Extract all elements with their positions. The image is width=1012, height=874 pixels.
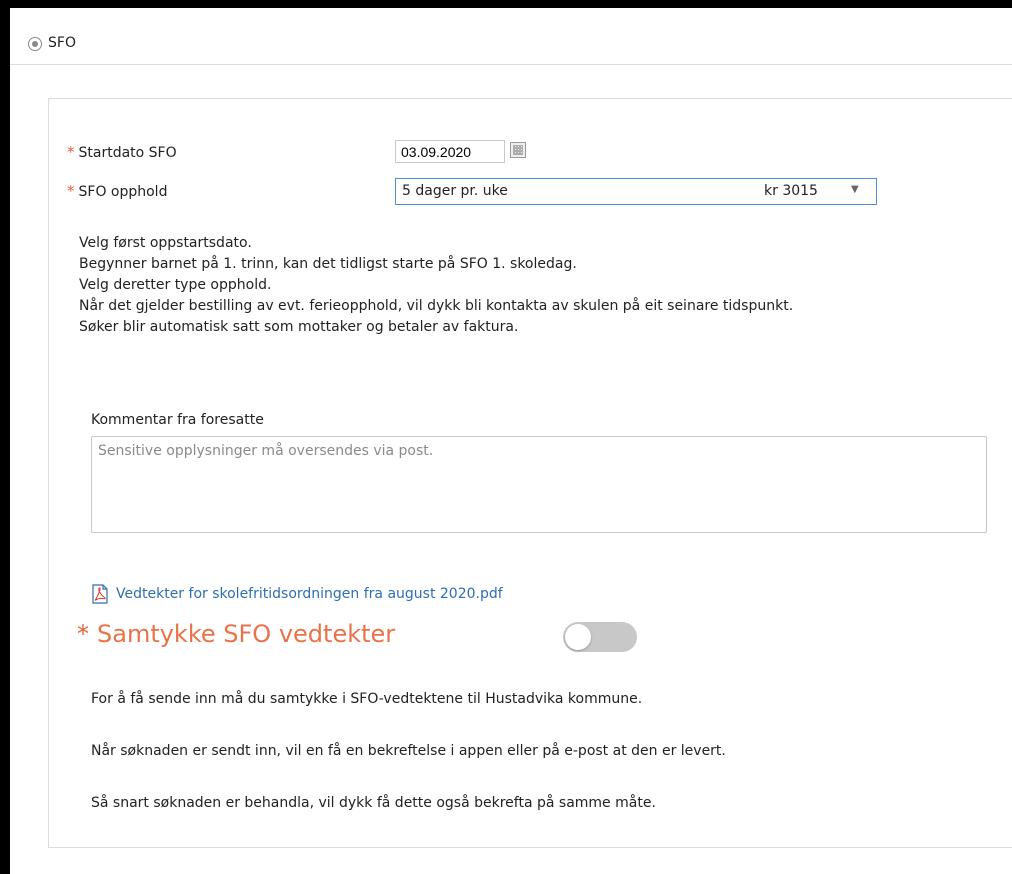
option-title: SFO: [48, 35, 76, 51]
instruction-line: Søker blir automatisk satt som mottaker …: [79, 319, 519, 335]
pdf-file-icon: [92, 584, 108, 604]
comment-textarea[interactable]: [91, 436, 987, 533]
comment-label: Kommentar fra foresatte: [91, 412, 264, 428]
required-mark: *: [67, 182, 75, 200]
stay-selected-value: 5 dager pr. uke: [402, 183, 508, 199]
stay-select[interactable]: 5 dager pr. uke kr 3015 ▼: [395, 178, 877, 205]
consent-toggle[interactable]: [563, 622, 637, 652]
toggle-knob: [565, 624, 591, 650]
instruction-line: Velg deretter type opphold.: [79, 277, 272, 293]
startdate-label-text: Startdato SFO: [78, 145, 177, 161]
radio-selected-icon[interactable]: [28, 37, 42, 51]
bylaws-pdf-link[interactable]: Vedtekter for skolefritidsordningen fra …: [91, 583, 503, 605]
info-text: For å få sende inn må du samtykke i SFO-…: [91, 691, 643, 707]
consent-heading: * Samtykke SFO vedtekter: [77, 620, 395, 648]
bylaws-pdf-link-text: Vedtekter for skolefritidsordningen fra …: [116, 586, 503, 602]
stay-label-text: SFO opphold: [78, 184, 168, 200]
required-mark: *: [77, 620, 89, 648]
option-header: SFO: [10, 8, 1012, 65]
instruction-line: Begynner barnet på 1. trinn, kan det tid…: [79, 256, 577, 272]
chevron-down-icon: ▼: [851, 184, 859, 195]
instructions-text: Velg først oppstartsdato. Begynner barne…: [79, 233, 793, 338]
info-text: Når søknaden er sendt inn, vil en få en …: [91, 743, 726, 759]
instruction-line: Velg først oppstartsdato.: [79, 235, 252, 251]
calendar-icon[interactable]: [510, 142, 526, 158]
startdate-input[interactable]: [395, 140, 505, 163]
application-sheet: SFO *Startdato SFO *SFO opphold 5 dager …: [10, 8, 1012, 874]
required-mark: *: [67, 143, 75, 161]
stay-label: * SFO opphold: [67, 182, 167, 200]
startdate-label: * Startdato SFO: [67, 143, 177, 161]
info-text: Så snart søknaden er behandla, vil dykk …: [91, 795, 656, 811]
consent-heading-text: Samtykke SFO vedtekter: [97, 620, 396, 648]
stay-price: kr 3015: [764, 183, 818, 199]
instruction-line: Når det gjelder bestilling av evt. ferie…: [79, 298, 794, 314]
sfo-form-panel: *Startdato SFO *SFO opphold 5 dager pr. …: [48, 98, 1012, 848]
